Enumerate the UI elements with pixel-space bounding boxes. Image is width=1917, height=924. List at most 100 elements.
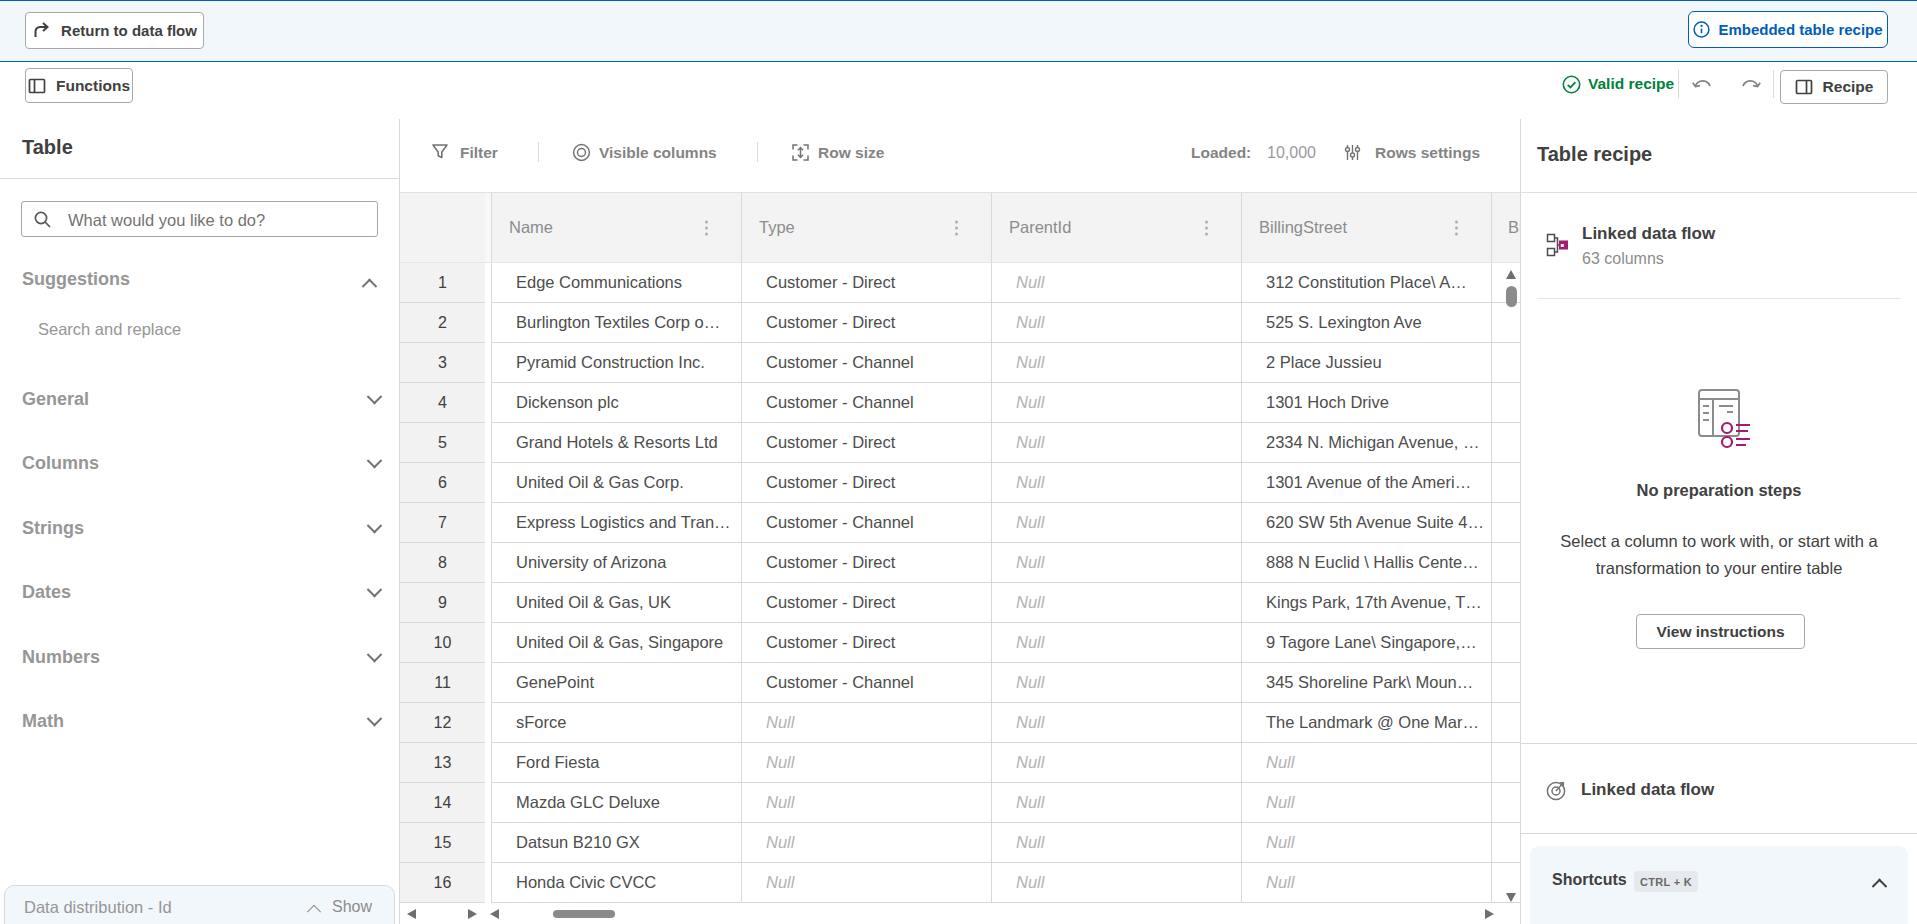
sidebar-section-columns[interactable]: Columns: [22, 452, 380, 476]
return-to-data-flow-button[interactable]: Return to data flow: [25, 12, 204, 49]
table-cell[interactable]: Null: [991, 823, 1241, 862]
row-size-button[interactable]: Row size: [818, 144, 884, 162]
table-cell[interactable]: 345 Shoreline Park\ Moun…: [1241, 663, 1491, 702]
table-cell[interactable]: Dickenson plc: [491, 383, 741, 422]
table-cell[interactable]: Null: [741, 823, 991, 862]
table-cell[interactable]: Customer - Channel: [741, 383, 991, 422]
table-cell[interactable]: Grand Hotels & Resorts Ltd: [491, 423, 741, 462]
table-cell[interactable]: United Oil & Gas, UK: [491, 583, 741, 622]
table-cell[interactable]: 9 Tagore Lane\ Singapore,…: [1241, 623, 1491, 662]
table-cell[interactable]: Null: [991, 423, 1241, 462]
table-cell[interactable]: Customer - Direct: [741, 623, 991, 662]
table-cell[interactable]: United Oil & Gas Corp.: [491, 463, 741, 502]
table-cell[interactable]: Null: [991, 303, 1241, 342]
table-cell[interactable]: Customer - Channel: [741, 343, 991, 382]
scroll-down-icon[interactable]: [1506, 893, 1516, 902]
filter-button[interactable]: Filter: [460, 144, 498, 162]
column-header-billingstreet[interactable]: BillingStreet: [1241, 193, 1491, 262]
table-cell[interactable]: Datsun B210 GX: [491, 823, 741, 862]
table-cell[interactable]: Null: [991, 343, 1241, 382]
table-cell[interactable]: 2 Place Jussieu: [1241, 343, 1491, 382]
table-cell[interactable]: Pyramid Construction Inc.: [491, 343, 741, 382]
table-cell[interactable]: Null: [991, 503, 1241, 542]
sidebar-section-math[interactable]: Math: [22, 710, 380, 734]
column-menu-icon[interactable]: [1205, 220, 1208, 235]
redo-icon[interactable]: [1739, 74, 1762, 94]
sidebar-section-general[interactable]: General: [22, 387, 380, 411]
table-cell[interactable]: University of Arizona: [491, 543, 741, 582]
table-cell[interactable]: The Landmark @ One Mar…: [1241, 703, 1491, 742]
table-cell[interactable]: Null: [991, 783, 1241, 822]
table-cell[interactable]: Customer - Direct: [741, 543, 991, 582]
table-cell[interactable]: Null: [991, 583, 1241, 622]
recipe-button[interactable]: Recipe: [1780, 70, 1888, 104]
table-cell[interactable]: Null: [991, 463, 1241, 502]
table-cell[interactable]: Burlington Textiles Corp o…: [491, 303, 741, 342]
table-cell[interactable]: Null: [991, 703, 1241, 742]
table-cell[interactable]: Null: [991, 743, 1241, 782]
sidebar-section-strings[interactable]: Strings: [22, 516, 380, 540]
table-cell[interactable]: Null: [991, 623, 1241, 662]
view-instructions-button[interactable]: View instructions: [1636, 614, 1805, 649]
scroll-left-icon[interactable]: [490, 909, 499, 919]
sidebar-section-dates[interactable]: Dates: [22, 581, 380, 605]
table-cell[interactable]: Null: [1241, 863, 1491, 902]
column-menu-icon[interactable]: [705, 220, 708, 235]
sidebar-search[interactable]: [21, 201, 378, 237]
horizontal-scrollbar[interactable]: [400, 904, 1520, 924]
table-cell[interactable]: Null: [991, 383, 1241, 422]
vertical-scrollbar[interactable]: [1504, 267, 1518, 905]
undo-icon[interactable]: [1691, 74, 1714, 94]
column-menu-icon[interactable]: [1455, 220, 1458, 235]
table-cell[interactable]: 312 Constitution Place\ A…: [1241, 263, 1491, 302]
table-cell[interactable]: 1301 Hoch Drive: [1241, 383, 1491, 422]
suggestions-header[interactable]: Suggestions: [22, 269, 130, 290]
embedded-table-recipe-button[interactable]: Embedded table recipe: [1688, 11, 1888, 48]
table-cell[interactable]: Kings Park, 17th Avenue, T…: [1241, 583, 1491, 622]
table-cell[interactable]: 888 N Euclid \ Hallis Cente…: [1241, 543, 1491, 582]
table-cell[interactable]: Null: [991, 863, 1241, 902]
scroll-up-icon[interactable]: [1506, 270, 1516, 279]
linked-data-flow-footer[interactable]: Linked data flow: [1581, 780, 1714, 800]
table-cell[interactable]: Null: [741, 703, 991, 742]
table-cell[interactable]: Express Logistics and Tran…: [491, 503, 741, 542]
horizontal-scrollbar-thumb[interactable]: [553, 910, 615, 918]
table-cell[interactable]: United Oil & Gas, Singapore: [491, 623, 741, 662]
search-input[interactable]: [66, 202, 370, 238]
table-cell[interactable]: Mazda GLC Deluxe: [491, 783, 741, 822]
table-cell[interactable]: Null: [1241, 783, 1491, 822]
table-cell[interactable]: Honda Civic CVCC: [491, 863, 741, 902]
suggestion-search-and-replace[interactable]: Search and replace: [38, 320, 181, 339]
table-cell[interactable]: Customer - Channel: [741, 503, 991, 542]
table-cell[interactable]: Null: [991, 663, 1241, 702]
table-cell[interactable]: 620 SW 5th Avenue Suite 4…: [1241, 503, 1491, 542]
table-cell[interactable]: Customer - Direct: [741, 583, 991, 622]
show-button[interactable]: Show: [332, 898, 372, 916]
table-cell[interactable]: 1301 Avenue of the Ameri…: [1241, 463, 1491, 502]
table-cell[interactable]: Null: [741, 783, 991, 822]
column-menu-icon[interactable]: [955, 220, 958, 235]
column-header-partial[interactable]: Bil: [1491, 193, 1520, 262]
table-cell[interactable]: Edge Communications: [491, 263, 741, 302]
table-cell[interactable]: Null: [741, 743, 991, 782]
table-cell[interactable]: Null: [1241, 743, 1491, 782]
column-header-name[interactable]: Name: [491, 193, 741, 262]
functions-button[interactable]: Functions: [25, 68, 133, 103]
table-cell[interactable]: Ford Fiesta: [491, 743, 741, 782]
scroll-left-icon[interactable]: [407, 909, 416, 919]
rows-settings-button[interactable]: Rows settings: [1375, 144, 1480, 162]
scroll-right-icon[interactable]: [468, 909, 477, 919]
table-cell[interactable]: Null: [1241, 823, 1491, 862]
table-cell[interactable]: sForce: [491, 703, 741, 742]
table-cell[interactable]: 525 S. Lexington Ave: [1241, 303, 1491, 342]
table-cell[interactable]: GenePoint: [491, 663, 741, 702]
table-cell[interactable]: Customer - Direct: [741, 423, 991, 462]
table-cell[interactable]: Customer - Direct: [741, 463, 991, 502]
table-cell[interactable]: Null: [991, 263, 1241, 302]
linked-data-flow-title[interactable]: Linked data flow: [1582, 224, 1715, 244]
sidebar-section-numbers[interactable]: Numbers: [22, 645, 380, 669]
column-header-type[interactable]: Type: [741, 193, 991, 262]
scroll-right-icon[interactable]: [1485, 909, 1494, 919]
table-cell[interactable]: 2334 N. Michigan Avenue, …: [1241, 423, 1491, 462]
table-cell[interactable]: Customer - Direct: [741, 263, 991, 302]
